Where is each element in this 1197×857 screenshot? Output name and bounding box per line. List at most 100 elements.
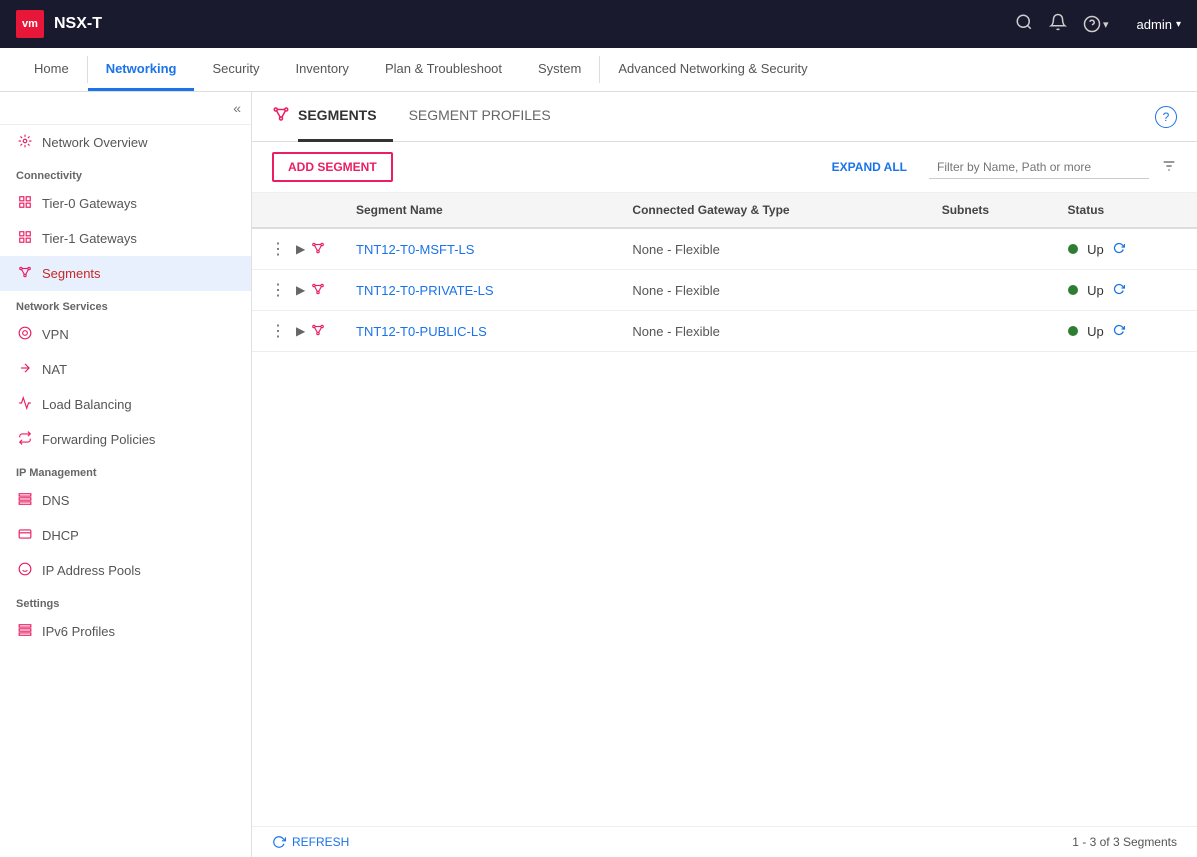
- sidebar-item-segments[interactable]: Segments: [0, 256, 251, 291]
- main-content: SEGMENTS SEGMENT PROFILES ? ADD SEGMENT …: [252, 92, 1197, 857]
- sidebar-item-tier0-gateways[interactable]: Tier-0 Gateways: [0, 186, 251, 221]
- expand-all-button[interactable]: EXPAND ALL: [832, 160, 907, 174]
- load-balancing-icon: [16, 396, 34, 413]
- nav-tab-advanced[interactable]: Advanced Networking & Security: [600, 48, 825, 91]
- sidebar-item-nat[interactable]: NAT: [0, 352, 251, 387]
- col-status: Status: [1054, 193, 1197, 228]
- sidebar-label-segments: Segments: [42, 266, 101, 281]
- row-status-1: Up: [1054, 270, 1197, 311]
- vm-logo-icon: vm: [16, 10, 44, 38]
- dhcp-icon: [16, 527, 34, 544]
- nav-tab-security[interactable]: Security: [194, 48, 277, 91]
- help-icon[interactable]: ? ▾: [1083, 15, 1109, 33]
- app-title: NSX-T: [54, 15, 102, 33]
- search-icon[interactable]: [1015, 13, 1033, 36]
- sidebar-item-forwarding-policies[interactable]: Forwarding Policies: [0, 422, 251, 457]
- pagination-info: 1 - 3 of 3 Segments: [1072, 835, 1177, 849]
- row-menu-dots-1[interactable]: ⋮: [266, 280, 290, 300]
- username: admin: [1137, 17, 1172, 32]
- table-row: ⋮ ▶ TNT12-T0-PUBLIC-LS None - Flexible U…: [252, 311, 1197, 352]
- table-header-row: Segment Name Connected Gateway & Type Su…: [252, 193, 1197, 228]
- main-nav: Home Networking Security Inventory Plan …: [0, 48, 1197, 92]
- user-dropdown-icon: ▾: [1176, 19, 1181, 30]
- sidebar-label-dhcp: DHCP: [42, 528, 79, 543]
- bell-icon[interactable]: [1049, 13, 1067, 36]
- sidebar-item-dhcp[interactable]: DHCP: [0, 518, 251, 553]
- sidebar-item-dns[interactable]: DNS: [0, 483, 251, 518]
- segments-icon: [16, 265, 34, 282]
- status-text-2: Up: [1087, 324, 1104, 339]
- row-expand-1[interactable]: ▶: [296, 283, 305, 297]
- row-segment-icon-1: [311, 282, 325, 299]
- status-dot-2: [1068, 326, 1078, 336]
- table-footer: REFRESH 1 - 3 of 3 Segments: [252, 826, 1197, 857]
- col-connected-gateway: Connected Gateway & Type: [618, 193, 927, 228]
- row-subnets-2: [928, 311, 1054, 352]
- row-segment-name-2: TNT12-T0-PUBLIC-LS: [342, 311, 618, 352]
- row-connected-gateway-0: None - Flexible: [618, 228, 927, 270]
- row-status-0: Up: [1054, 228, 1197, 270]
- sidebar-collapse: «: [0, 92, 251, 125]
- segment-link-1[interactable]: TNT12-T0-PRIVATE-LS: [356, 283, 493, 298]
- status-text-0: Up: [1087, 242, 1104, 257]
- network-overview-icon: [16, 134, 34, 151]
- row-segment-icon-0: [311, 241, 325, 258]
- row-menu-dots-0[interactable]: ⋮: [266, 239, 290, 259]
- tier1-icon: [16, 230, 34, 247]
- row-connected-gateway-1: None - Flexible: [618, 270, 927, 311]
- main-tabs: SEGMENTS SEGMENT PROFILES ?: [252, 92, 1197, 142]
- nav-tab-plan-troubleshoot[interactable]: Plan & Troubleshoot: [367, 48, 520, 91]
- status-dot-1: [1068, 285, 1078, 295]
- sidebar-item-network-overview[interactable]: Network Overview: [0, 125, 251, 160]
- row-menu-dots-2[interactable]: ⋮: [266, 321, 290, 341]
- table-row: ⋮ ▶ TNT12-T0-PRIVATE-LS None - Flexible …: [252, 270, 1197, 311]
- row-expand-2[interactable]: ▶: [296, 324, 305, 338]
- dns-icon: [16, 492, 34, 509]
- topbar: vm NSX-T ? ▾ admin ▾: [0, 0, 1197, 48]
- nav-tab-system[interactable]: System: [520, 48, 599, 91]
- add-segment-button[interactable]: ADD SEGMENT: [272, 152, 393, 182]
- sidebar-label-tier0: Tier-0 Gateways: [42, 196, 137, 211]
- sidebar-item-tier1-gateways[interactable]: Tier-1 Gateways: [0, 221, 251, 256]
- sidebar-item-ipv6-profiles[interactable]: IPv6 Profiles: [0, 614, 251, 649]
- topbar-icons: ? ▾ admin ▾: [1015, 13, 1181, 36]
- row-segment-name-1: TNT12-T0-PRIVATE-LS: [342, 270, 618, 311]
- segment-link-2[interactable]: TNT12-T0-PUBLIC-LS: [356, 324, 487, 339]
- sidebar-item-load-balancing[interactable]: Load Balancing: [0, 387, 251, 422]
- nav-tab-inventory[interactable]: Inventory: [277, 48, 366, 91]
- col-subnets: Subnets: [928, 193, 1054, 228]
- tab-segment-profiles[interactable]: SEGMENT PROFILES: [409, 92, 567, 142]
- segment-link-0[interactable]: TNT12-T0-MSFT-LS: [356, 242, 474, 257]
- segments-table: Segment Name Connected Gateway & Type Su…: [252, 193, 1197, 826]
- sidebar: « Network Overview Connectivity Tier-0 G…: [0, 92, 252, 857]
- layout: « Network Overview Connectivity Tier-0 G…: [0, 92, 1197, 857]
- refresh-row-icon-0[interactable]: [1113, 242, 1125, 257]
- nav-tab-networking[interactable]: Networking: [88, 48, 195, 91]
- filter-lines-icon[interactable]: [1161, 158, 1177, 177]
- nav-tab-home[interactable]: Home: [16, 48, 87, 91]
- row-expand-0[interactable]: ▶: [296, 242, 305, 256]
- user-menu[interactable]: admin ▾: [1137, 17, 1181, 32]
- tier0-icon: [16, 195, 34, 212]
- sidebar-item-ip-address-pools[interactable]: IP Address Pools: [0, 553, 251, 588]
- col-segment-name: Segment Name: [342, 193, 618, 228]
- refresh-row-icon-1[interactable]: [1113, 283, 1125, 298]
- vpn-icon: [16, 326, 34, 343]
- col-actions: [252, 193, 342, 228]
- help-circle-icon[interactable]: ?: [1155, 106, 1177, 128]
- row-actions-0: ⋮ ▶: [252, 228, 342, 270]
- collapse-icon[interactable]: «: [233, 100, 241, 116]
- refresh-button[interactable]: REFRESH: [272, 835, 349, 849]
- sidebar-item-vpn[interactable]: VPN: [0, 317, 251, 352]
- toolbar: ADD SEGMENT EXPAND ALL: [252, 142, 1197, 193]
- row-subnets-0: [928, 228, 1054, 270]
- ipv6-profiles-icon: [16, 623, 34, 640]
- refresh-row-icon-2[interactable]: [1113, 324, 1125, 339]
- network-services-section-header: Network Services: [0, 291, 251, 317]
- refresh-label: REFRESH: [292, 835, 349, 849]
- sidebar-label-ipv6-profiles: IPv6 Profiles: [42, 624, 115, 639]
- table-row: ⋮ ▶ TNT12-T0-MSFT-LS None - Flexible Up: [252, 228, 1197, 270]
- filter-input[interactable]: [929, 156, 1149, 179]
- tab-segments[interactable]: SEGMENTS: [298, 92, 393, 142]
- nat-icon: [16, 361, 34, 378]
